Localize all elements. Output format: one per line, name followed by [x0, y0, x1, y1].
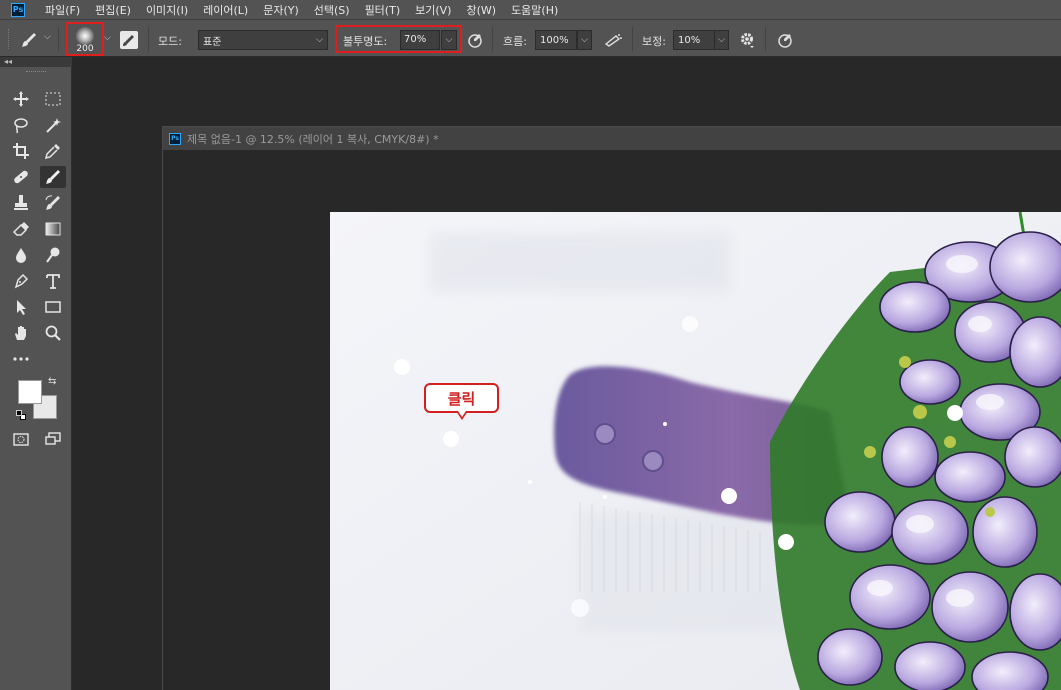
magic-wand-tool[interactable]: [40, 114, 66, 136]
gear-icon[interactable]: [738, 31, 756, 49]
zoom-tool[interactable]: [40, 322, 66, 344]
menu-help[interactable]: 도움말(H): [511, 2, 558, 18]
gradient-tool[interactable]: [40, 218, 66, 240]
smoothing-chevron-down-icon[interactable]: ⌵: [714, 30, 729, 50]
default-colors-icon[interactable]: [16, 410, 26, 420]
type-t-icon: [46, 274, 60, 289]
arrow-cursor-icon: [17, 300, 26, 315]
smoothing-label: 보정:: [642, 35, 666, 48]
stamp-icon: [14, 195, 28, 210]
screen-mode-icon: [45, 432, 61, 445]
menu-bar: Ps 파일(F) 편집(E) 이미지(I) 레이어(L) 문자(Y) 선택(S)…: [0, 0, 1061, 19]
history-brush-icon: [45, 195, 60, 210]
eyedropper-tool[interactable]: [40, 140, 66, 162]
mode-select[interactable]: 표준 ⌵: [198, 30, 328, 50]
foreground-color-swatch[interactable]: [18, 380, 42, 404]
move-tool[interactable]: [8, 88, 34, 110]
bandage-icon: [14, 170, 28, 184]
eraser-tool[interactable]: [8, 218, 34, 240]
flower-bouquet-photo: [330, 212, 1061, 690]
menu-image[interactable]: 이미지(I): [146, 2, 188, 18]
flow-input[interactable]: 100%: [535, 30, 577, 50]
hand-icon: [15, 326, 26, 340]
edit-toolbar-button[interactable]: [8, 348, 34, 370]
menu-filter[interactable]: 필터(T): [365, 2, 401, 18]
pen-icon: [14, 273, 29, 289]
menu-view[interactable]: 보기(V): [415, 2, 451, 18]
callout-text: 클릭: [447, 389, 476, 408]
flow-label: 흐름:: [503, 35, 527, 48]
tools-panel: ◂◂ ⇆: [0, 57, 72, 690]
rectangle-marquee-icon: [45, 92, 61, 106]
lasso-icon: [14, 118, 28, 134]
magic-wand-icon: [46, 118, 61, 133]
dodge-tool[interactable]: [40, 244, 66, 266]
history-brush-tool[interactable]: [40, 192, 66, 214]
brush-size-picker[interactable]: 200: [66, 22, 104, 56]
canvas-image[interactable]: [330, 212, 1061, 690]
marquee-tool[interactable]: [40, 88, 66, 110]
flow-chevron-down-icon[interactable]: ⌵: [577, 30, 592, 50]
mode-chevron-down-icon: ⌵: [316, 35, 323, 45]
tools-collapse-button[interactable]: ◂◂: [0, 57, 72, 67]
blur-tool[interactable]: [8, 244, 34, 266]
document-ps-icon: Ps: [169, 132, 181, 145]
opacity-chevron-down-icon[interactable]: ⌵: [441, 30, 457, 50]
mode-label: 모드:: [158, 35, 182, 48]
options-grip[interactable]: [8, 29, 12, 49]
hand-tool[interactable]: [8, 322, 34, 344]
water-drop-icon: [16, 248, 26, 263]
menu-layer[interactable]: 레이어(L): [203, 2, 248, 18]
magnifier-icon: [45, 325, 61, 341]
pressure-size-icon[interactable]: [776, 31, 794, 49]
rectangle-tool[interactable]: [40, 296, 66, 318]
rectangle-icon: [45, 301, 61, 313]
mode-value: 표준: [203, 36, 222, 48]
opacity-input[interactable]: 70%: [400, 30, 440, 50]
quick-mask-icon: [13, 433, 29, 446]
smoothing-input[interactable]: 10%: [673, 30, 715, 50]
healing-brush-tool[interactable]: [8, 166, 34, 188]
options-bar: ⌵ 200 ⌵ 모드: 표준 ⌵ 불투명도: 70% ⌵ 흐름: 100% ⌵ …: [0, 19, 1061, 57]
gradient-icon: [45, 222, 61, 236]
brush-icon: [46, 170, 60, 184]
menu-edit[interactable]: 편집(E): [95, 2, 131, 18]
menu-window[interactable]: 창(W): [466, 2, 496, 18]
tools-grip[interactable]: [26, 71, 46, 74]
crop-icon: [13, 143, 29, 159]
menu-select[interactable]: 선택(S): [314, 2, 350, 18]
opacity-label: 불투명도:: [343, 35, 388, 48]
pressure-opacity-icon[interactable]: [466, 31, 484, 49]
airbrush-icon[interactable]: [603, 31, 623, 49]
more-dots-icon: [13, 357, 29, 361]
move-icon: [13, 91, 29, 107]
brush-tool-preset-icon[interactable]: [20, 31, 38, 49]
crop-tool[interactable]: [8, 140, 34, 162]
document-title: 제목 없음-1 @ 12.5% (레이어 1 복사, CMYK/8#) *: [187, 132, 439, 146]
opacity-control[interactable]: 불투명도: 70% ⌵: [335, 25, 462, 53]
click-callout: 클릭: [424, 383, 499, 420]
brush-tool[interactable]: [40, 166, 66, 188]
eyedropper-icon: [44, 144, 60, 160]
screen-mode-button[interactable]: [40, 428, 66, 450]
clone-stamp-tool[interactable]: [8, 192, 34, 214]
brush-size-chevron-icon[interactable]: ⌵: [104, 33, 111, 43]
lasso-tool[interactable]: [8, 114, 34, 136]
swap-colors-icon[interactable]: ⇆: [48, 376, 56, 387]
brush-settings-panel-icon[interactable]: [120, 31, 138, 49]
menu-type[interactable]: 문자(Y): [263, 2, 299, 18]
dodge-icon: [46, 247, 60, 263]
photoshop-logo-icon: Ps: [11, 2, 25, 17]
preset-chevron-down-icon[interactable]: ⌵: [44, 32, 51, 42]
brush-tip-icon: [76, 27, 94, 45]
menu-file[interactable]: 파일(F): [45, 2, 80, 18]
eraser-icon: [12, 222, 29, 236]
document-tab[interactable]: Ps 제목 없음-1 @ 12.5% (레이어 1 복사, CMYK/8#) *: [163, 127, 1061, 150]
pen-tool[interactable]: [8, 270, 34, 292]
brush-size-value: 200: [76, 44, 94, 54]
path-selection-tool[interactable]: [8, 296, 34, 318]
quick-mask-button[interactable]: [8, 428, 34, 450]
type-tool[interactable]: [40, 270, 66, 292]
